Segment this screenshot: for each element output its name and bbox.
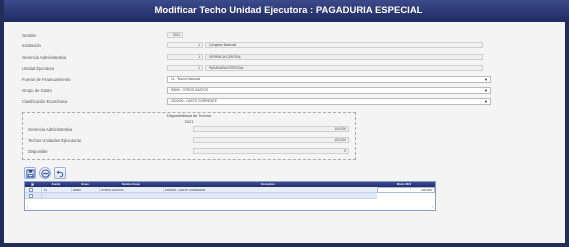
gestion-field[interactable]: 2021 bbox=[167, 32, 183, 38]
table-row-empty[interactable] bbox=[25, 193, 435, 199]
clasificacion-select[interactable]: 2100000 - GASTO CORRIENTE ▼ bbox=[167, 98, 491, 105]
scroll-left-icon[interactable]: ‹ bbox=[27, 204, 28, 209]
dropdown-arrow-icon[interactable]: ▼ bbox=[484, 88, 488, 93]
institucion-code-field[interactable]: 1 bbox=[167, 42, 203, 48]
fuente-label: Fuente de Financiamiento bbox=[22, 77, 71, 82]
row-checkbox[interactable] bbox=[29, 194, 33, 198]
window-frame: Modificar Techo Unidad Ejecutora : PAGAD… bbox=[0, 0, 569, 247]
gerencia-code-field[interactable]: 1 bbox=[167, 54, 203, 60]
window-title: Modificar Techo Unidad Ejecutora : PAGAD… bbox=[4, 0, 569, 22]
save-button[interactable] bbox=[24, 167, 36, 179]
disponibilidad-title: Disponibilidad de Techos bbox=[166, 113, 212, 118]
techos-grid: Fuente Grupo Nombre Grupo Económico Mont… bbox=[24, 181, 436, 211]
disponible-label: Disponible bbox=[28, 149, 48, 154]
grupo-row: Grupo de Gasto 90000 - OTROS GASTOS ▼ bbox=[22, 87, 492, 95]
undo-icon bbox=[56, 170, 63, 178]
dropdown-arrow-icon[interactable]: ▼ bbox=[484, 77, 488, 82]
column-divider bbox=[163, 187, 164, 192]
unidad-row: Unidad Ejecutora 1 PAGADURIA ESPECIAL bbox=[22, 65, 492, 73]
undo-button[interactable] bbox=[54, 167, 66, 179]
clasificacion-selected-value: 2100000 - GASTO CORRIENTE bbox=[171, 99, 217, 103]
scroll-right-icon[interactable]: › bbox=[432, 204, 433, 209]
save-icon bbox=[25, 169, 35, 178]
gestion-row: Gestión 2021 bbox=[22, 32, 492, 40]
institucion-label: Institución bbox=[22, 43, 41, 48]
cell-monto-empty[interactable] bbox=[377, 193, 435, 199]
dropdown-arrow-icon[interactable]: ▼ bbox=[484, 99, 488, 104]
disponibilidad-panel: Disponibilidad de Techos 2021 Gerencia A… bbox=[22, 112, 356, 160]
remove-button[interactable] bbox=[39, 167, 51, 179]
techos-label: Techos Unidades Ejecutoras bbox=[28, 138, 82, 143]
column-divider bbox=[41, 187, 42, 192]
gerencia-available-value: 100,000 bbox=[193, 126, 349, 132]
unidad-code-field[interactable]: 1 bbox=[167, 65, 203, 71]
fuente-row: Fuente de Financiamiento 11 - Tesoro Nac… bbox=[22, 76, 492, 84]
column-divider bbox=[71, 187, 72, 192]
grid-horizontal-scrollbar[interactable]: ‹ › bbox=[25, 204, 435, 211]
column-divider bbox=[99, 187, 100, 192]
grupo-label: Grupo de Gasto bbox=[22, 88, 52, 93]
fuente-selected-value: 11 - Tesoro Nacional bbox=[171, 77, 200, 81]
row-checkbox[interactable] bbox=[29, 188, 33, 192]
gerencia-available-label: Gerencia Administrativa bbox=[28, 127, 73, 132]
techos-value: 100,000 bbox=[193, 137, 349, 143]
fuente-select[interactable]: 11 - Tesoro Nacional ▼ bbox=[167, 76, 491, 83]
gerencia-name-field[interactable]: GERENCIA CENTRAL bbox=[205, 54, 483, 60]
unidad-name-field[interactable]: PAGADURIA ESPECIAL bbox=[205, 65, 483, 71]
gerencia-label: Gerencia Administrativa bbox=[22, 55, 67, 60]
remove-icon bbox=[40, 169, 50, 178]
institucion-name-field[interactable]: Congreso Nacional bbox=[205, 42, 483, 48]
select-all-checkbox[interactable] bbox=[31, 182, 34, 186]
gestion-label: Gestión bbox=[22, 33, 37, 38]
disponible-value: 0 bbox=[193, 148, 349, 154]
grupo-selected-value: 90000 - OTROS GASTOS bbox=[171, 88, 209, 92]
column-divider bbox=[41, 193, 42, 198]
clasificacion-row: Clasificación Económica 2100000 - GASTO … bbox=[22, 98, 492, 106]
clasificacion-label: Clasificación Económica bbox=[22, 99, 68, 104]
grupo-select[interactable]: 90000 - OTROS GASTOS ▼ bbox=[167, 87, 491, 94]
unidad-label: Unidad Ejecutora bbox=[22, 66, 55, 71]
institucion-row: Institución 1 Congreso Nacional bbox=[22, 42, 492, 50]
disponibilidad-year: 2021 bbox=[184, 119, 194, 124]
gerencia-row: Gerencia Administrativa 1 GERENCIA CENTR… bbox=[22, 54, 492, 62]
